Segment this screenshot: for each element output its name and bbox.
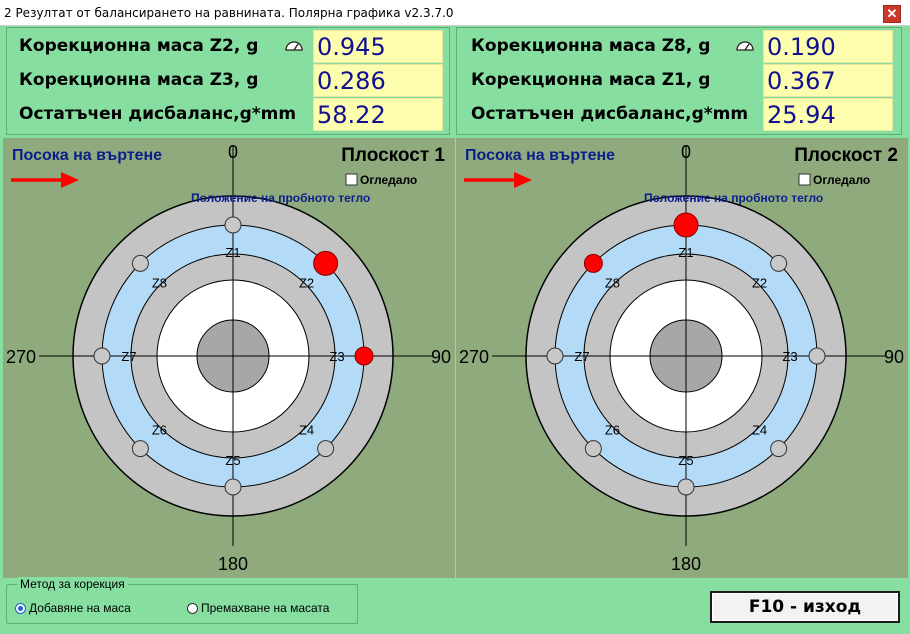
zone-label: Z4 — [752, 423, 767, 438]
radio-remove-mass-label: Премахване на масата — [201, 601, 330, 615]
mirror-checkbox[interactable] — [345, 173, 358, 186]
hole-marker — [317, 440, 335, 458]
residual-imbalance-value: 58.22 — [313, 98, 443, 131]
hole-marker — [677, 478, 695, 496]
polar-diagram: Z1 Z2 Z3 Z4 Z5 Z6 Z7 Z8 0 180 270 90 Посока на върте… — [459, 142, 904, 574]
hole-marker — [224, 216, 242, 234]
info-row: Корекционна маса Z2, g 0.945 — [7, 30, 449, 64]
exit-button[interactable]: F10 - изход — [710, 591, 900, 623]
hole-marker — [131, 440, 149, 458]
mirror-label: Огледало — [813, 173, 870, 187]
angle-label-left: 270 — [6, 347, 36, 367]
correction-mass-marker — [354, 346, 374, 366]
angle-label-left: 270 — [459, 347, 489, 367]
trial-weight-position-label: Положение на пробното тегло — [644, 191, 823, 205]
angle-label-right: 90 — [884, 347, 904, 367]
hole-marker — [584, 440, 602, 458]
rotation-direction-label: Посока на въртене — [465, 147, 615, 164]
correction-mass-label: Корекционна маса Z8, g — [471, 36, 711, 56]
zone-label: Z3 — [782, 349, 797, 364]
correction-mass-value: 0.190 — [763, 30, 893, 63]
correction-mass-marker — [583, 253, 603, 273]
angle-label-top: 0 — [228, 142, 238, 162]
trial-weight-position-label: Положение на пробното тегло — [191, 191, 370, 205]
zone-label: Z8 — [152, 275, 167, 290]
correction-mass-label: Корекционна маса Z2, g — [19, 36, 259, 56]
radio-remove-mass[interactable]: Премахване на масата — [187, 601, 329, 615]
zone-label: Z4 — [299, 423, 314, 438]
scale-icon[interactable] — [284, 40, 304, 52]
mirror-checkbox[interactable] — [798, 173, 811, 186]
angle-label-right: 90 — [431, 347, 451, 367]
radio-unselected-icon[interactable] — [187, 603, 198, 614]
rotation-direction-label: Посока на въртене — [12, 147, 162, 164]
residual-imbalance-value: 25.94 — [763, 98, 893, 131]
hole-marker — [131, 254, 149, 272]
zone-label: Z8 — [605, 275, 620, 290]
plane-title: Плоскост 1 — [341, 145, 445, 166]
plane-title: Плоскост 2 — [794, 145, 898, 166]
close-button[interactable]: ✕ — [883, 5, 901, 23]
residual-imbalance-label: Остатъчен дисбаланс,g*mm — [19, 104, 297, 124]
window-title: 2 Резултат от балансирането на равнината… — [4, 6, 454, 20]
arrow-head — [61, 172, 79, 188]
hole-marker — [770, 440, 788, 458]
zone-label: Z2 — [752, 275, 767, 290]
scale-icon[interactable] — [735, 40, 755, 52]
hole-marker — [93, 347, 111, 365]
hole-marker — [808, 347, 826, 365]
info-row: Остатъчен дисбаланс,g*mm 25.94 — [457, 98, 901, 132]
zone-label: Z5 — [225, 453, 240, 468]
arrow-head — [514, 172, 532, 188]
radio-selected-icon[interactable] — [15, 603, 26, 614]
correction-mass-label: Корекционна маса Z3, g — [19, 70, 259, 90]
rotation-arrow-icon — [11, 172, 79, 188]
correction-method-group: Метод за корекция Добавяне на маса Према… — [6, 577, 358, 624]
residual-imbalance-label: Остатъчен дисбаланс,g*mm — [471, 104, 749, 124]
zone-label: Z7 — [121, 349, 136, 364]
zone-label: Z5 — [678, 453, 693, 468]
zone-label: Z6 — [605, 423, 620, 438]
zone-label: Z2 — [299, 275, 314, 290]
polar-plot-plane-1: Z1 Z2 Z3 Z4 Z5 Z6 Z7 Z8 0 180 270 90 Посока на върте… — [3, 138, 455, 578]
polar-diagram: Z1 Z2 Z3 Z4 Z5 Z6 Z7 Z8 0 180 270 90 Посока на върте… — [6, 142, 451, 574]
angle-label-bottom: 180 — [671, 554, 701, 574]
radio-add-mass[interactable]: Добавяне на маса — [15, 601, 131, 615]
correction-mass-value: 0.945 — [313, 30, 443, 63]
info-row: Корекционна маса Z1, g 0.367 — [457, 64, 901, 98]
info-panel-plane-2: Корекционна маса Z8, g 0.190 Корекционна… — [456, 27, 902, 135]
rotation-arrow-icon — [464, 172, 532, 188]
correction-mass-value: 0.367 — [763, 64, 893, 97]
title-bar: 2 Резултат от балансирането на равнината… — [0, 0, 910, 26]
hole-marker — [546, 347, 564, 365]
info-row: Корекционна маса Z8, g 0.190 — [457, 30, 901, 64]
zone-label: Z7 — [574, 349, 589, 364]
zone-label: Z1 — [678, 245, 693, 260]
correction-mass-label: Корекционна маса Z1, g — [471, 70, 711, 90]
correction-mass-value: 0.286 — [313, 64, 443, 97]
correction-mass-marker — [673, 212, 699, 238]
info-row: Остатъчен дисбаланс,g*mm 58.22 — [7, 98, 449, 132]
zone-label: Z3 — [329, 349, 344, 364]
correction-mass-marker — [313, 250, 339, 276]
info-panel-plane-1: Корекционна маса Z2, g 0.945 Корекционна… — [6, 27, 450, 135]
mirror-label: Огледало — [360, 173, 417, 187]
zone-label: Z6 — [152, 423, 167, 438]
info-row: Корекционна маса Z3, g 0.286 — [7, 64, 449, 98]
hole-marker — [770, 254, 788, 272]
polar-plot-plane-2: Z1 Z2 Z3 Z4 Z5 Z6 Z7 Z8 0 180 270 90 Посока на върте… — [456, 138, 908, 578]
angle-label-bottom: 180 — [218, 554, 248, 574]
hole-marker — [224, 478, 242, 496]
radio-add-mass-label: Добавяне на маса — [29, 601, 131, 615]
angle-label-top: 0 — [681, 142, 691, 162]
zone-label: Z1 — [225, 245, 240, 260]
correction-method-title: Метод за корекция — [17, 577, 128, 591]
